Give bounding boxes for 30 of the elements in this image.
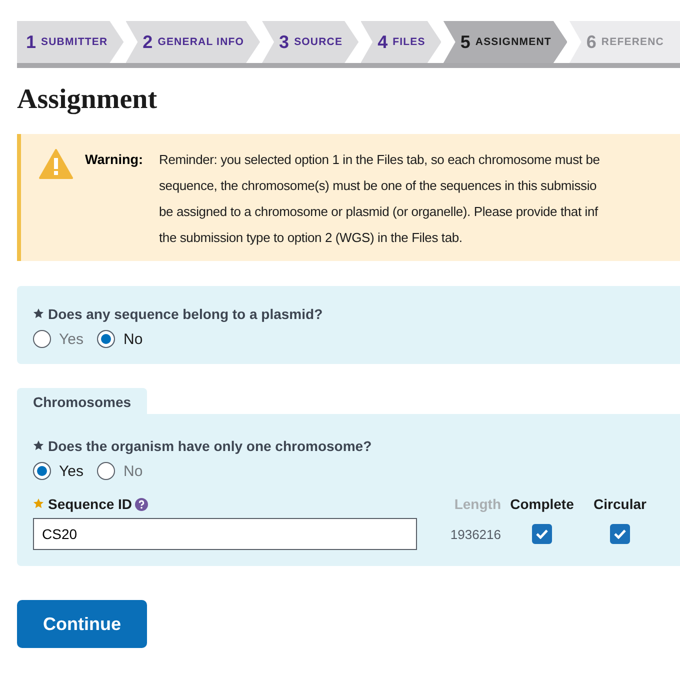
question-label: Does any sequence belong to a plasmid? — [33, 306, 664, 322]
radio-option[interactable]: Yes — [33, 330, 84, 348]
question-label: Does the organism have only one chromosome? — [33, 438, 664, 454]
required-icon — [33, 498, 44, 509]
check-icon — [614, 529, 626, 539]
radio-option[interactable]: No — [97, 330, 143, 348]
required-icon — [33, 440, 44, 451]
page-title: Assignment — [17, 84, 158, 117]
step-tab[interactable]: 4 FILES — [360, 21, 442, 63]
step-tab[interactable]: 5 ASSIGNMENT — [443, 21, 568, 63]
length-value: 1936216 — [449, 526, 501, 542]
step-tab[interactable]: 2 GENERAL INFO — [126, 21, 260, 63]
required-icon — [33, 308, 44, 319]
step-tab[interactable]: 3 SOURCE — [262, 21, 359, 63]
radio-option[interactable]: Yes — [33, 462, 84, 480]
column-header: Complete — [509, 496, 575, 512]
circular-checkbox[interactable] — [610, 524, 630, 544]
radio-option[interactable]: No — [97, 462, 143, 480]
help-icon[interactable] — [135, 498, 148, 511]
warning-icon — [39, 149, 73, 179]
column-header: Length — [453, 496, 501, 512]
complete-checkbox[interactable] — [532, 524, 552, 544]
warning-text: Reminder: you selected option 1 in the Files tab, so each chromosome must be sequence, the chromosome(s) must be one of the sequences in this submissio be assigned to a chromosome or plasmid (or organelle). Please provide that inf the submission type to option 2 (WGS) in the Files tab. — [159, 151, 600, 247]
step-tab[interactable]: 1 SUBMITTER — [17, 21, 124, 63]
column-header: Circular — [592, 496, 648, 512]
continue-button[interactable]: Continue — [17, 600, 147, 648]
column-header: Sequence ID — [33, 496, 417, 512]
sequence-id-field[interactable]: CS20 — [33, 518, 417, 550]
check-icon — [536, 529, 548, 539]
warning-label: Warning: — [85, 151, 144, 169]
